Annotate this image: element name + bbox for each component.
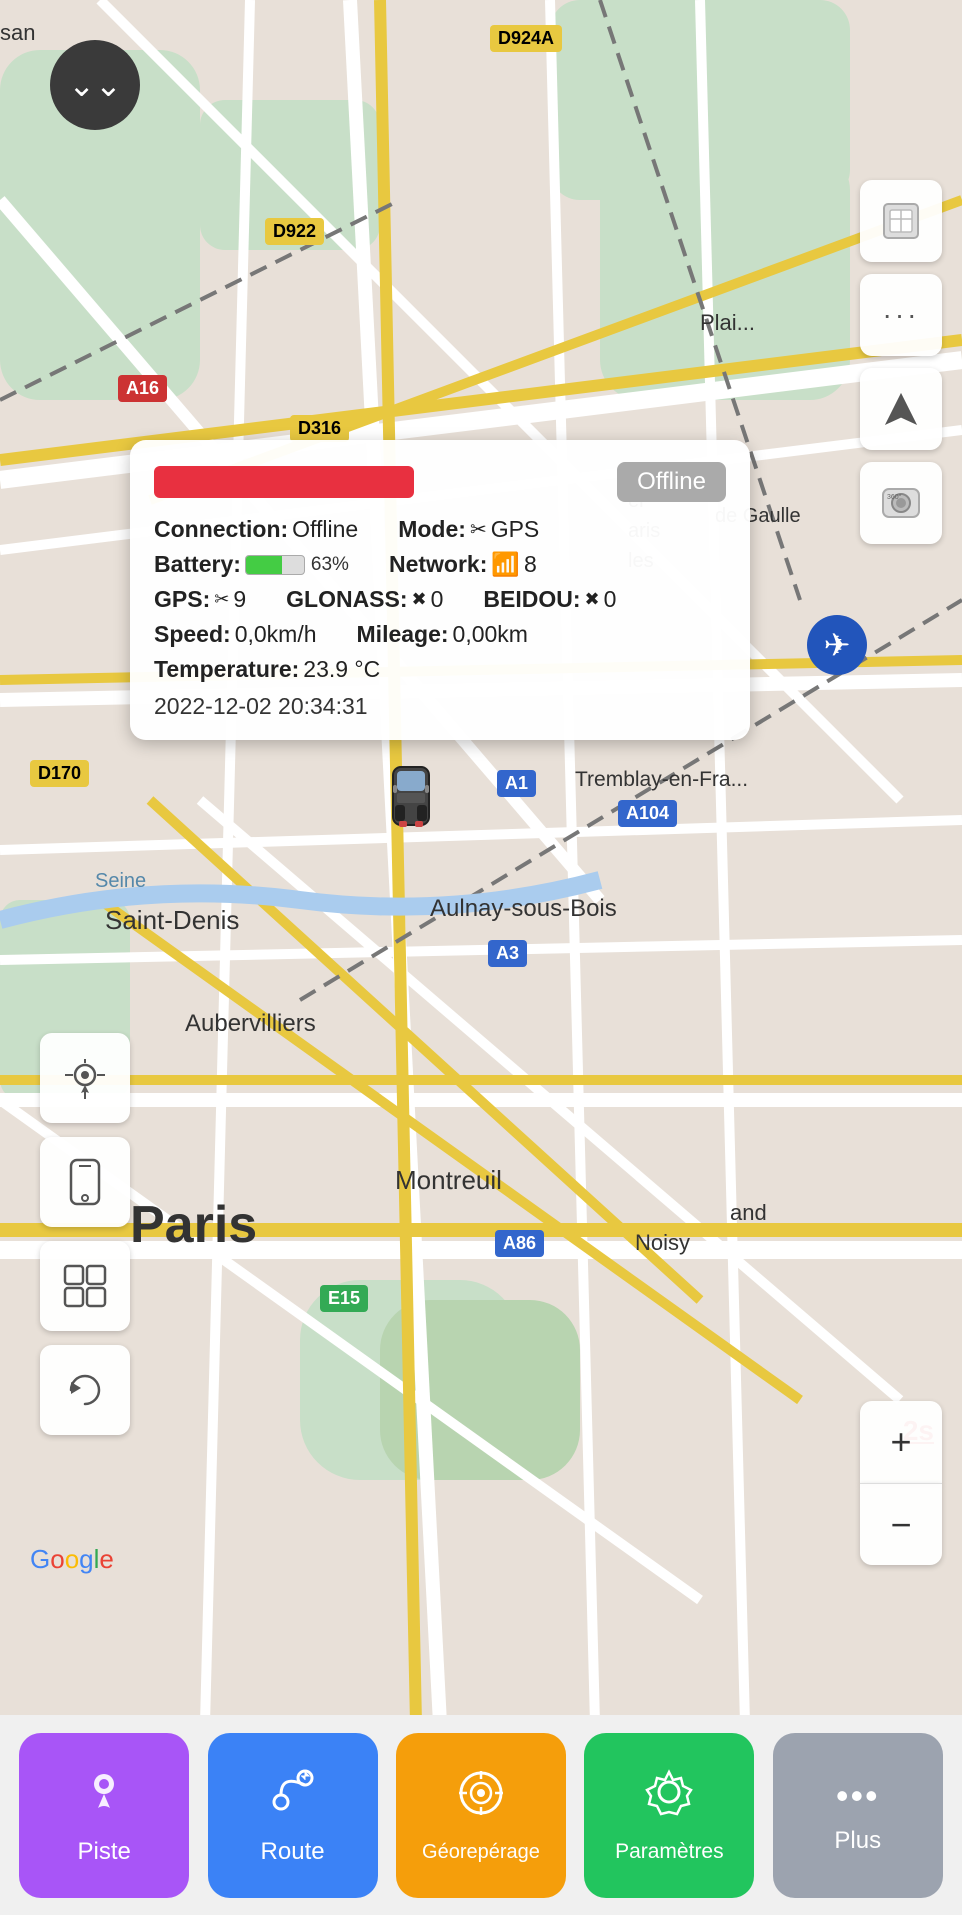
info-row-connection-mode: Connection: Offline Mode: ✂ GPS <box>154 516 726 543</box>
device-name-bar <box>154 466 414 498</box>
geo-icon <box>455 1767 507 1831</box>
more-options-button[interactable]: ··· <box>860 274 942 356</box>
glonass-info: GLONASS: ✖ 0 <box>286 586 443 613</box>
beidou-info: BEIDOU: ✖ 0 <box>483 586 616 613</box>
gps-info: GPS: ✂ 9 <box>154 586 246 613</box>
location-action-button[interactable] <box>40 1033 130 1123</box>
map-layers-button[interactable] <box>860 180 942 262</box>
mode-info: Mode: ✂ GPS <box>398 516 539 543</box>
airport-icon: ✈ <box>807 615 867 675</box>
refresh-action-button[interactable] <box>40 1345 130 1435</box>
plus-icon: ••• <box>836 1775 880 1817</box>
chevron-down-icon: ⌄⌄ <box>68 66 122 104</box>
road-label-d316: D316 <box>290 415 349 442</box>
zoom-in-button[interactable]: + <box>860 1401 942 1483</box>
left-action-buttons <box>40 1033 130 1435</box>
connection-info: Connection: Offline <box>154 516 358 543</box>
navigation-button[interactable] <box>860 368 942 450</box>
network-info: Network: 📶 8 <box>389 551 537 578</box>
piste-icon <box>78 1764 130 1828</box>
info-row-temperature: Temperature: 23.9 °C <box>154 656 726 683</box>
road-label-d924a: D924A <box>490 25 562 52</box>
route-icon <box>267 1764 319 1828</box>
road-label-d922: D922 <box>265 218 324 245</box>
battery-bar <box>245 555 305 575</box>
nav-params-item[interactable]: Paramètres <box>584 1733 754 1898</box>
timestamp: 2022-12-02 20:34:31 <box>154 693 726 720</box>
zoom-out-button[interactable]: − <box>860 1483 942 1565</box>
battery-fill <box>246 556 283 574</box>
phone-action-button[interactable] <box>40 1137 130 1227</box>
collapse-button[interactable]: ⌄⌄ <box>50 40 140 130</box>
battery-info: Battery: 63% <box>154 551 349 578</box>
nav-route-item[interactable]: Route <box>208 1733 378 1898</box>
speed-info: Speed: 0,0km/h <box>154 621 317 648</box>
plus-label: Plus <box>834 1827 881 1855</box>
geo-label: Géorepérage <box>422 1841 540 1864</box>
zoom-controls: + − <box>860 1401 942 1565</box>
svg-text:360°: 360° <box>887 493 902 501</box>
info-row-satellites: GPS: ✂ 9 GLONASS: ✖ 0 BEIDOU: ✖ 0 <box>154 586 726 613</box>
popup-header: Offline <box>154 462 726 502</box>
offline-badge: Offline <box>617 462 726 502</box>
bottom-nav: Piste Route Géorepérage <box>0 1715 962 1915</box>
nav-plus-item[interactable]: ••• Plus <box>773 1733 943 1898</box>
mileage-info: Mileage: 0,00km <box>357 621 528 648</box>
road-label-a104: A104 <box>618 800 677 827</box>
map-background: D924A D922 A16 D316 D170 A1 A104 A3 A86 … <box>0 0 962 1915</box>
road-label-a3: A3 <box>488 940 527 967</box>
road-label-a1: A1 <box>497 770 536 797</box>
temperature-info: Temperature: 23.9 °C <box>154 656 380 683</box>
camera-360-button[interactable]: 360° <box>860 462 942 544</box>
nav-geo-item[interactable]: Géorepérage <box>396 1733 566 1898</box>
google-logo: Google <box>30 1544 114 1575</box>
nav-piste-item[interactable]: Piste <box>19 1733 189 1898</box>
info-row-battery-network: Battery: 63% Network: 📶 8 <box>154 551 726 578</box>
info-row-speed-mileage: Speed: 0,0km/h Mileage: 0,00km <box>154 621 726 648</box>
piste-label: Piste <box>78 1838 131 1866</box>
road-label-d170: D170 <box>30 760 89 787</box>
params-label: Paramètres <box>615 1840 724 1864</box>
right-toolbar: ··· 360° <box>860 180 942 544</box>
info-popup: Offline Connection: Offline Mode: ✂ GPS … <box>130 440 750 740</box>
car-marker <box>385 755 437 848</box>
road-label-e15: E15 <box>320 1285 368 1312</box>
road-label-a86: A86 <box>495 1230 544 1257</box>
params-icon <box>643 1766 695 1830</box>
route-label: Route <box>261 1838 325 1866</box>
split-action-button[interactable] <box>40 1241 130 1331</box>
road-label-a16: A16 <box>118 375 167 402</box>
